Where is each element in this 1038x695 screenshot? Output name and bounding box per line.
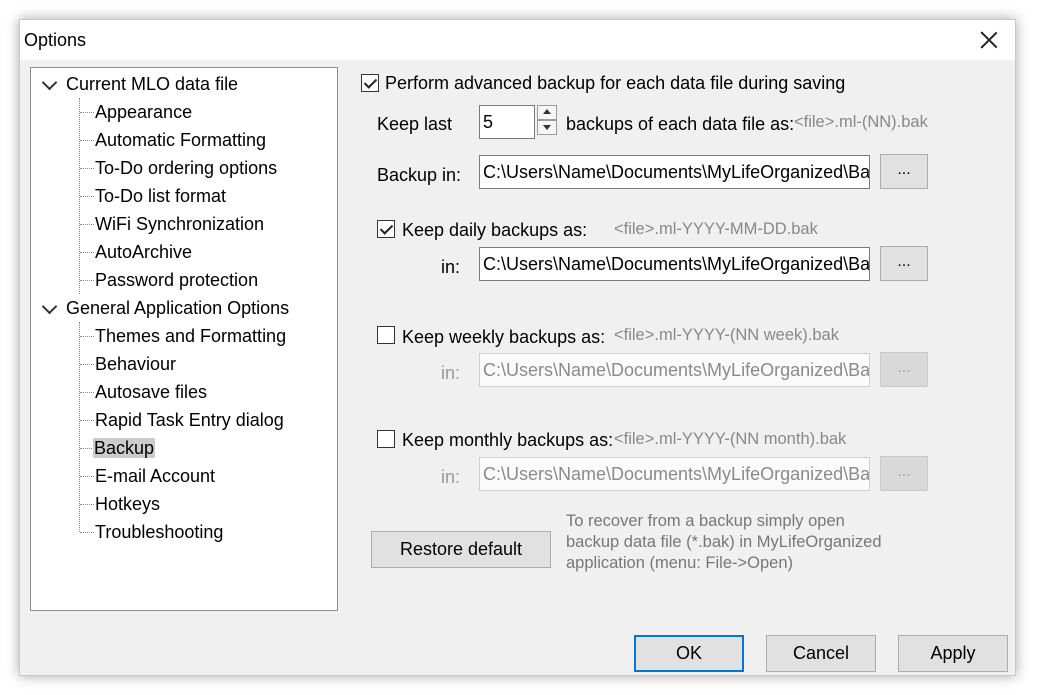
tree-item-password-protection[interactable]: Password protection — [95, 268, 258, 292]
apply-button[interactable]: Apply — [898, 635, 1008, 672]
tree-item-autoarchive[interactable]: AutoArchive — [95, 240, 192, 264]
weekly-in-label: in: — [441, 363, 461, 383]
tree-connector — [80, 168, 94, 169]
tree-item-todo-ordering[interactable]: To-Do ordering options — [95, 156, 277, 180]
tree-connector — [80, 224, 94, 225]
info-line: backup data file (*.bak) in MyLifeOrgani… — [566, 533, 882, 551]
tree-connector — [80, 448, 94, 449]
close-icon[interactable] — [977, 28, 1001, 52]
backup-in-browse-button[interactable]: ... — [880, 154, 928, 189]
daily-backup-checkbox[interactable] — [377, 220, 395, 238]
tree-connector — [80, 420, 94, 421]
tree-connector — [80, 336, 94, 337]
backup-in-label: Backup in: — [377, 165, 462, 185]
tree-item-todo-list-format[interactable]: To-Do list format — [95, 184, 226, 208]
daily-backup-pattern: <file>.ml-YYYY-MM-DD.bak — [614, 220, 818, 238]
tree-connector — [80, 196, 94, 197]
tree-connector — [80, 392, 94, 393]
weekly-backup-pattern: <file>.ml-YYYY-(NN week).bak — [614, 326, 839, 344]
options-tree[interactable]: Current MLO data file Appearance Automat… — [30, 67, 338, 611]
tree-item-autosave[interactable]: Autosave files — [95, 380, 207, 404]
weekly-path-field[interactable]: C:\Users\Name\Documents\MyLifeOrganized\… — [479, 353, 870, 387]
keep-last-label: Keep last — [377, 114, 453, 134]
tree-connector — [80, 476, 94, 477]
tree-item-wifi-sync[interactable]: WiFi Synchronization — [95, 212, 264, 236]
backup-in-path-field[interactable]: C:\Users\Name\Documents\MyLifeOrganized\… — [479, 155, 870, 189]
tree-item-behaviour[interactable]: Behaviour — [95, 352, 176, 376]
perform-backup-label: Perform advanced backup for each data fi… — [385, 73, 846, 93]
tree-item-rapid-task-entry[interactable]: Rapid Task Entry dialog — [95, 408, 284, 432]
spin-up-icon[interactable] — [537, 105, 557, 120]
weekly-backup-checkbox[interactable] — [377, 326, 395, 344]
tree-connector — [80, 532, 94, 533]
monthly-backup-pattern: <file>.ml-YYYY-(NN month).bak — [614, 430, 847, 448]
tree-group-general-options[interactable]: General Application Options — [66, 296, 289, 320]
spin-down-icon[interactable] — [537, 120, 557, 135]
daily-backup-label: Keep daily backups as: — [402, 220, 588, 240]
ok-button[interactable]: OK — [634, 635, 744, 672]
tree-group-current-mlo[interactable]: Current MLO data file — [66, 72, 238, 96]
dialog-title: Options — [24, 30, 87, 50]
tree-connector — [80, 252, 94, 253]
tree-connector — [80, 140, 94, 141]
daily-in-label: in: — [441, 257, 461, 277]
restore-default-button[interactable]: Restore default — [371, 531, 551, 568]
title-bar: Options — [20, 20, 1015, 60]
tree-item-email-account[interactable]: E-mail Account — [95, 464, 215, 488]
backups-pattern: <file>.ml-(NN).bak — [794, 113, 928, 131]
backup-info-text: To recover from a backup simply open bac… — [566, 511, 882, 574]
daily-path-field[interactable]: C:\Users\Name\Documents\MyLifeOrganized\… — [479, 247, 870, 281]
weekly-browse-button[interactable]: ... — [880, 352, 928, 387]
monthly-path-field[interactable]: C:\Users\Name\Documents\MyLifeOrganized\… — [479, 457, 870, 491]
tree-item-troubleshooting[interactable]: Troubleshooting — [95, 520, 223, 544]
tree-item-backup[interactable]: Backup — [93, 436, 156, 460]
cancel-button[interactable]: Cancel — [766, 635, 876, 672]
chevron-down-icon[interactable] — [41, 298, 58, 315]
backups-label: backups of each data file as: — [566, 114, 795, 134]
monthly-backup-checkbox[interactable] — [377, 430, 395, 448]
tree-connector — [80, 504, 94, 505]
tree-connector — [79, 322, 80, 532]
info-line: To recover from a backup simply open — [566, 512, 845, 530]
tree-item-themes[interactable]: Themes and Formatting — [95, 324, 286, 348]
tree-connector — [80, 364, 94, 365]
tree-item-hotkeys[interactable]: Hotkeys — [95, 492, 160, 516]
daily-browse-button[interactable]: ... — [880, 246, 928, 281]
tree-connector — [80, 280, 94, 281]
monthly-backup-label: Keep monthly backups as: — [402, 430, 614, 450]
tree-item-appearance[interactable]: Appearance — [95, 100, 192, 124]
perform-backup-checkbox[interactable] — [361, 74, 379, 92]
tree-connector — [80, 112, 94, 113]
info-line: application (menu: File->Open) — [566, 554, 793, 572]
tree-item-automatic-formatting[interactable]: Automatic Formatting — [95, 128, 266, 152]
monthly-browse-button[interactable]: ... — [880, 456, 928, 491]
chevron-down-icon[interactable] — [41, 74, 58, 91]
options-dialog: Options Current MLO data file Appearance… — [19, 19, 1016, 676]
weekly-backup-label: Keep weekly backups as: — [402, 327, 606, 347]
keep-last-input[interactable]: 5 — [479, 105, 535, 139]
monthly-in-label: in: — [441, 467, 461, 487]
